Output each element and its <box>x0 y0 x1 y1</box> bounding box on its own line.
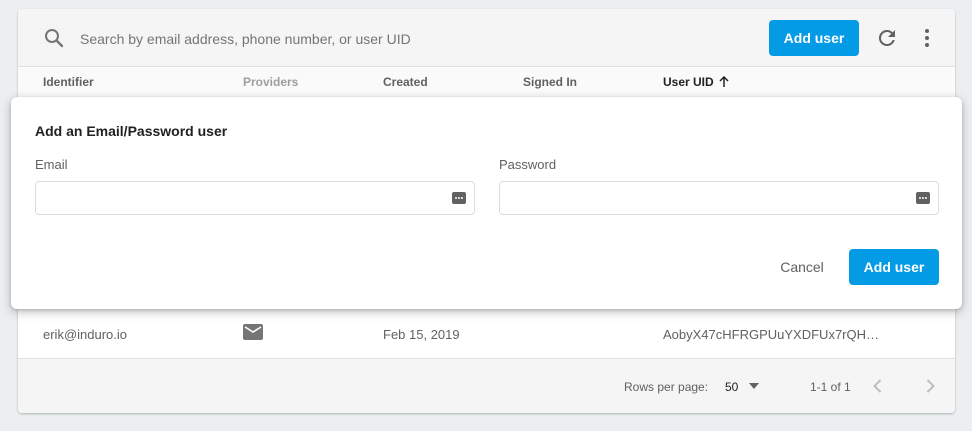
add-user-button[interactable]: Add user <box>769 20 859 56</box>
email-field-box <box>35 181 475 215</box>
row-uid: AobyX47cHFRGPUuYXDFUx7rQH… <box>663 327 879 342</box>
column-header-user-uid-label: User UID <box>663 75 714 89</box>
sort-arrow-up-icon <box>719 76 729 87</box>
column-header-identifier[interactable]: Identifier <box>43 75 94 89</box>
mail-icon <box>243 324 263 340</box>
password-field[interactable] <box>510 188 904 210</box>
email-label: Email <box>35 157 68 172</box>
chevron-left-icon[interactable] <box>868 376 888 396</box>
password-label: Password <box>499 157 557 172</box>
table-toolbar: Add user <box>18 9 955 67</box>
password-field-box <box>499 181 939 215</box>
column-header-user-uid[interactable]: User UID <box>663 75 730 89</box>
password-manager-icon[interactable] <box>452 192 466 204</box>
row-identifier: erik@induro.io <box>43 327 128 342</box>
email-field[interactable] <box>46 188 440 210</box>
row-created: Feb 15, 2019 <box>383 327 460 342</box>
rows-per-page-select[interactable]: 50 <box>725 380 738 394</box>
table-header: Identifier Providers Created Signed In U… <box>18 67 955 98</box>
chevron-right-icon[interactable] <box>920 376 940 396</box>
column-header-created[interactable]: Created <box>383 75 428 89</box>
table-footer: Rows per page: 50 1-1 of 1 <box>18 359 955 413</box>
confirm-add-user-button[interactable]: Add user <box>849 249 939 285</box>
search-input[interactable] <box>78 27 682 51</box>
more-vert-icon[interactable] <box>915 26 939 50</box>
pagination-range: 1-1 of 1 <box>810 380 851 394</box>
dialog-title: Add an Email/Password user <box>35 123 228 139</box>
column-header-providers: Providers <box>243 75 299 89</box>
cancel-button[interactable]: Cancel <box>769 249 835 285</box>
rows-per-page-label: Rows per page: <box>624 380 709 394</box>
refresh-icon[interactable] <box>875 26 899 50</box>
search-icon <box>45 29 64 48</box>
add-user-dialog: Add an Email/Password user Email Passwor… <box>11 97 962 309</box>
column-header-signed-in[interactable]: Signed In <box>523 75 577 89</box>
dropdown-arrow-icon[interactable] <box>749 383 759 389</box>
password-manager-icon[interactable] <box>916 192 930 204</box>
table-row[interactable]: erik@induro.io Feb 15, 2019 AobyX47cHFRG… <box>18 310 955 359</box>
